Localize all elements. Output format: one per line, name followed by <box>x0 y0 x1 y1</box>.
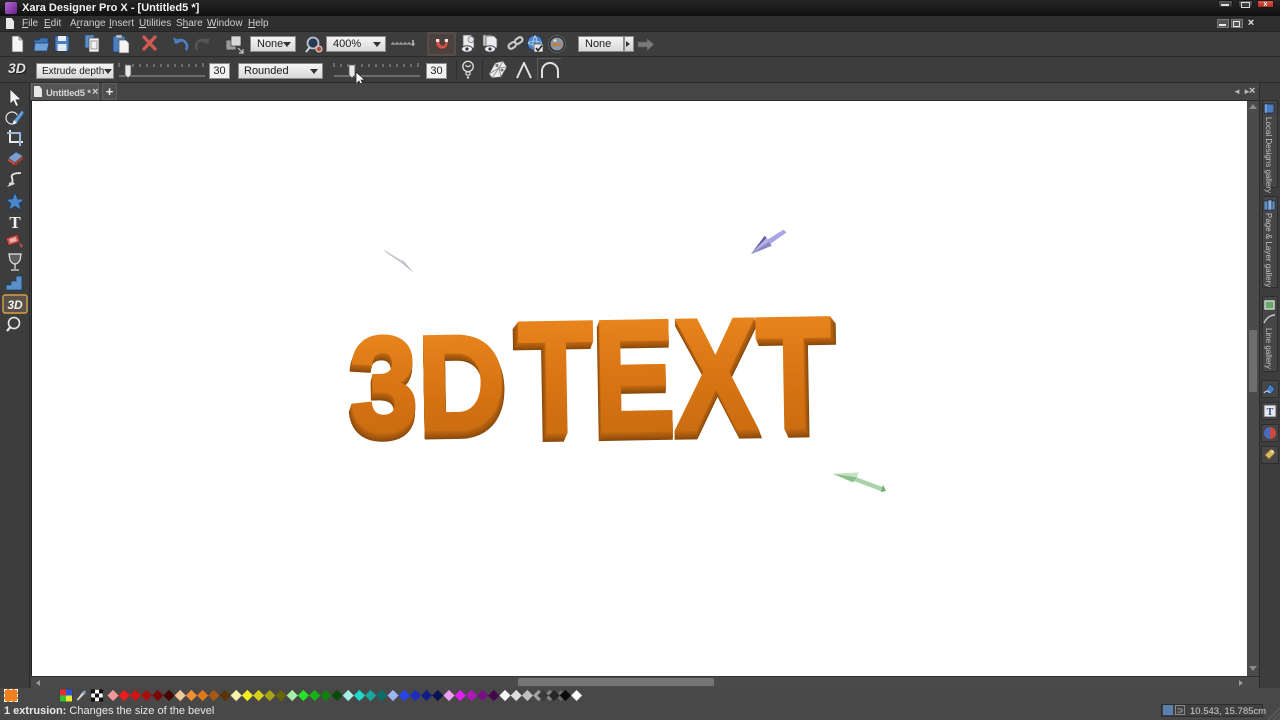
svg-text:T: T <box>1267 407 1274 418</box>
svg-text:3D: 3D <box>349 308 507 460</box>
svg-text:TEXT: TEXT <box>517 285 832 466</box>
svg-text:3D: 3D <box>7 298 23 312</box>
svg-text:T: T <box>9 213 21 232</box>
